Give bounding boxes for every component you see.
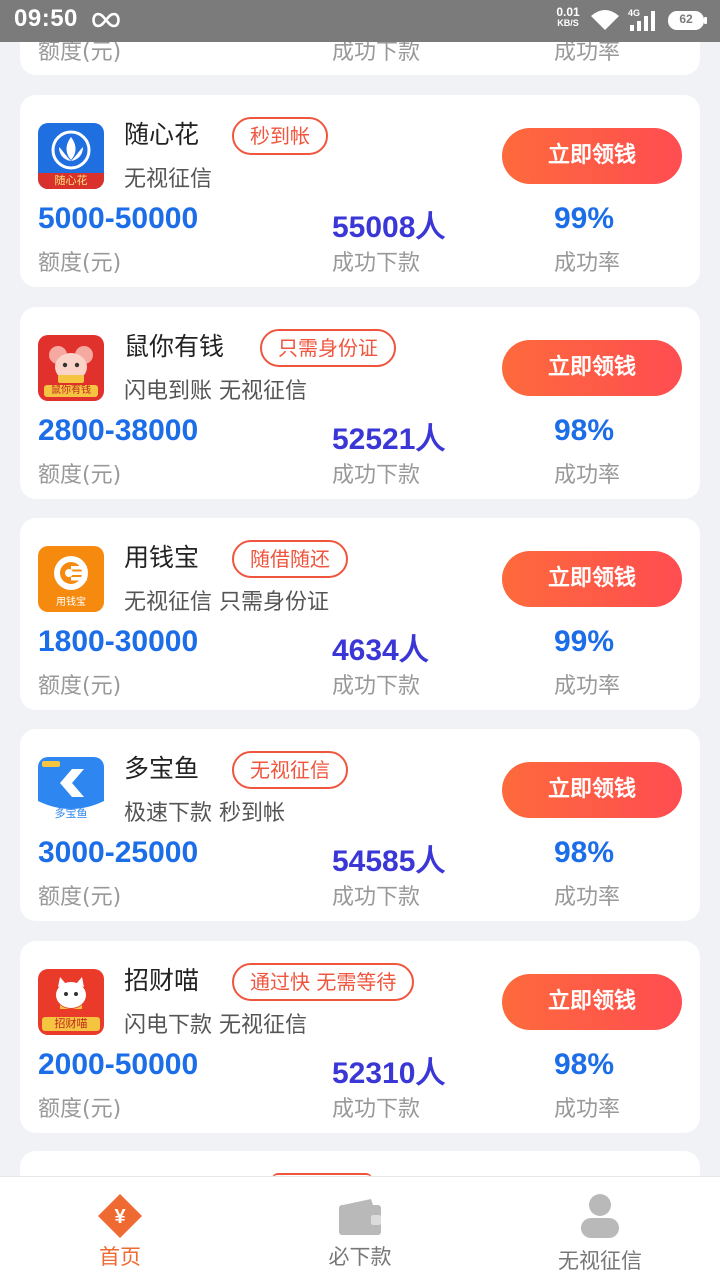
loan-range: 5000-50000: [38, 202, 199, 235]
network-speed-unit: KB/S: [557, 18, 579, 28]
range-label: 额度(元): [38, 674, 122, 699]
loan-card[interactable]: 鼠你有钱 鼠你有钱 只需身份证 闪电到账 无视征信 立即领钱 2800-3800…: [20, 307, 700, 499]
loan-tag: 通过快 无需等待: [232, 963, 415, 1001]
loan-desc: 闪电下款 无视征信: [124, 1013, 307, 1038]
network-speed-value: 0.01: [556, 5, 580, 19]
loan-desc: 无视征信: [124, 167, 213, 192]
logo-caption: 用钱宝: [56, 597, 86, 608]
loan-card[interactable]: 用钱宝 用钱宝 随借随还 无视征信 只需身份证 立即领钱 1800-30000 …: [20, 518, 700, 710]
loan-range: 2000-50000: [38, 1048, 199, 1081]
loan-desc: 极速下款 秒到帐: [124, 801, 285, 826]
loan-card[interactable]: 随心花 随心花 秒到帐 无视征信 立即领钱 5000-50000 额度(元) 5…: [20, 95, 700, 287]
success-rate: 99%: [554, 625, 615, 658]
loan-tag: 随借随还: [232, 540, 348, 578]
battery-icon: 62: [668, 11, 708, 30]
nav-home-label: 首页: [99, 1245, 141, 1269]
battery-level: 62: [679, 12, 693, 26]
count-label: 成功下款: [332, 885, 421, 910]
success-rate: 99%: [554, 202, 615, 235]
count-label: 成功下款: [332, 1097, 421, 1122]
logo-caption: 多宝鱼: [54, 807, 88, 820]
success-rate: 98%: [554, 1048, 615, 1081]
range-label: 额度(元): [38, 463, 122, 488]
rate-label: 成功率: [554, 1097, 621, 1122]
range-label: 额度(元): [38, 885, 122, 910]
loan-tag: 秒到帐: [232, 117, 328, 155]
success-count: 55008人: [332, 211, 446, 244]
claim-money-button[interactable]: 立即领钱: [502, 128, 682, 184]
loan-range: 3000-25000: [38, 836, 199, 869]
loan-tag: 只需身份证: [260, 329, 396, 367]
rate-label: 成功率: [554, 885, 621, 910]
loan-name: 鼠你有钱: [124, 332, 225, 361]
loan-card[interactable]: 多宝鱼 多宝鱼 无视征信 极速下款 秒到帐 立即领钱 3000-25000 额度…: [20, 729, 700, 921]
success-count: 54585人: [332, 845, 446, 878]
nav-no-credit-check[interactable]: 无视征信: [480, 1177, 720, 1280]
rate-label: 成功率: [554, 463, 621, 488]
network-speed: 0.01 KB/S: [552, 5, 584, 29]
loan-tag: 无视征信: [232, 751, 348, 789]
wifi-icon: [591, 10, 619, 30]
user-icon: [581, 1194, 619, 1238]
rate-label: 成功率: [554, 674, 621, 699]
success-count: 4634人: [332, 634, 429, 667]
success-rate: 98%: [554, 414, 615, 447]
success-count: 52310人: [332, 1057, 446, 1090]
wallet-icon: [339, 1199, 381, 1235]
yongqianbao-logo-icon: 用钱宝: [38, 546, 104, 612]
claim-money-button[interactable]: 立即领钱: [502, 340, 682, 396]
cellular-signal-icon: 4G: [628, 8, 660, 33]
nav-must-loan-label: 必下款: [328, 1245, 392, 1269]
claim-money-button[interactable]: 立即领钱: [502, 762, 682, 818]
duobaoyu-logo-icon: 多宝鱼: [38, 757, 104, 823]
home-yuan-icon: ¥: [98, 1194, 142, 1238]
claim-money-button[interactable]: 立即领钱: [502, 974, 682, 1030]
range-label: 额度(元): [38, 1097, 122, 1122]
loan-desc: 无视征信 只需身份证: [124, 590, 329, 615]
nav-must-loan[interactable]: 必下款: [240, 1177, 480, 1280]
range-label: 额度(元): [38, 251, 122, 276]
loan-name: 随心花: [124, 120, 200, 149]
claim-money-button[interactable]: 立即领钱: [502, 551, 682, 607]
loan-range: 1800-30000: [38, 625, 199, 658]
count-label: 成功下款: [332, 674, 421, 699]
success-rate: 98%: [554, 836, 615, 869]
loan-name: 招财喵: [124, 966, 200, 995]
status-bar: 09:50 0.01 KB/S 4G 62: [0, 0, 720, 42]
count-label: 成功下款: [332, 463, 421, 488]
status-time: 09:50: [14, 5, 78, 32]
rate-label: 成功率: [554, 251, 621, 276]
count-label: 成功下款: [332, 251, 421, 276]
loan-list[interactable]: 额度(元) 成功下款 成功率 随心花 随心花 秒到帐 无视征信 立即领钱 500…: [0, 0, 720, 1280]
infinity-icon: [92, 12, 120, 28]
loan-desc: 闪电到账 无视征信: [124, 379, 307, 404]
logo-caption: 招财喵: [54, 1017, 88, 1030]
bottom-nav: ¥ 首页 必下款 无视征信: [0, 1176, 720, 1280]
logo-caption: 随心花: [54, 174, 88, 187]
loan-name: 用钱宝: [124, 543, 200, 572]
loan-range: 2800-38000: [38, 414, 199, 447]
network-type: 4G: [628, 8, 641, 18]
svg-text:¥: ¥: [114, 1206, 126, 1228]
nav-home[interactable]: ¥ 首页: [0, 1177, 240, 1280]
nav-no-credit-check-label: 无视征信: [558, 1249, 642, 1273]
logo-caption: 鼠你有钱: [51, 385, 91, 396]
loan-name: 多宝鱼: [124, 754, 200, 783]
success-count: 52521人: [332, 423, 446, 456]
suixinhua-logo-icon: 随心花: [38, 123, 104, 189]
zhaocaimiao-logo-icon: 招财喵: [38, 969, 104, 1035]
loan-card[interactable]: 招财喵 招财喵 通过快 无需等待 闪电下款 无视征信 立即领钱 2000-500…: [20, 941, 700, 1133]
shunyouqian-logo-icon: 鼠你有钱: [38, 335, 104, 401]
